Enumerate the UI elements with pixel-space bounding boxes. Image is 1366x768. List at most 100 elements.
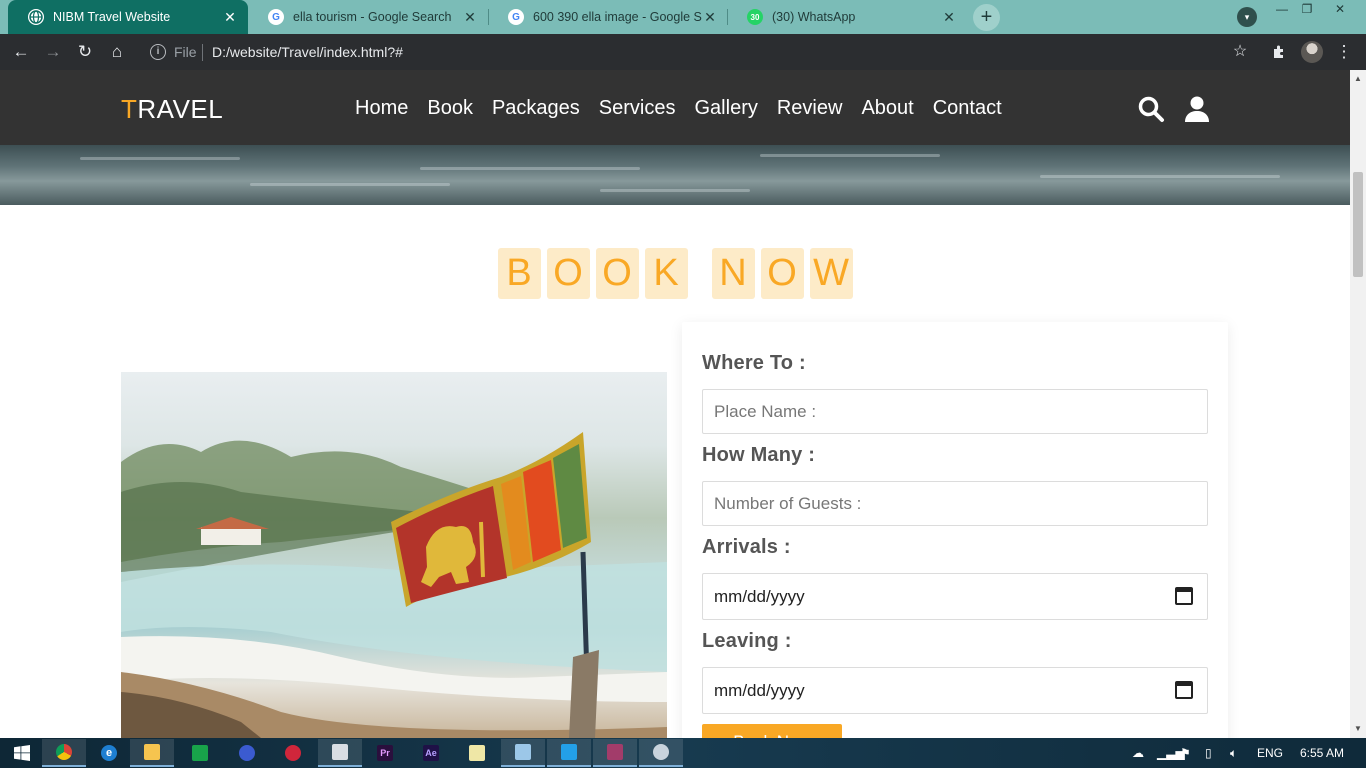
heading-letter: K	[644, 248, 688, 299]
calendar-icon[interactable]	[1175, 681, 1193, 699]
battery-icon[interactable]: ▯	[1205, 746, 1212, 760]
tab-ella-image[interactable]: G 600 390 ella image - Google Search ✕	[488, 0, 728, 34]
tab-title: 600 390 ella image - Google Search	[533, 10, 702, 24]
calendar-icon[interactable]	[1175, 587, 1193, 605]
tab-whatsapp[interactable]: 30 (30) WhatsApp ✕	[727, 0, 967, 34]
forward-icon[interactable]: →	[41, 40, 65, 64]
vscode-taskbar-icon[interactable]	[547, 739, 591, 767]
nav-contact[interactable]: Contact	[933, 97, 1002, 120]
leaving-date-input[interactable]: mm/dd/yyyy	[702, 667, 1208, 714]
restore-button[interactable]: ❐	[1295, 0, 1319, 20]
minimize-button[interactable]: —	[1270, 0, 1294, 20]
menu-kebab-icon[interactable]: ⋮	[1332, 40, 1356, 64]
tab-title: NIBM Travel Website	[53, 10, 171, 24]
leaving-date-value: mm/dd/yyyy	[714, 681, 805, 700]
arrivals-label: Arrivals :	[702, 536, 791, 558]
user-icon[interactable]	[1183, 95, 1211, 123]
premiere-taskbar-icon[interactable]: Pr	[363, 739, 407, 767]
scrollbar-thumb[interactable]	[1353, 172, 1363, 277]
tab-close-icon[interactable]: ✕	[941, 9, 957, 26]
tab-title: (30) WhatsApp	[772, 10, 856, 24]
extensions-icon[interactable]	[1267, 40, 1291, 64]
nav-services[interactable]: Services	[599, 97, 676, 120]
app-taskbar-icon[interactable]	[501, 739, 545, 767]
leaving-label: Leaving :	[702, 630, 792, 652]
heading-letter: N	[711, 248, 755, 299]
winrar-taskbar-icon[interactable]	[593, 739, 637, 767]
start-button[interactable]	[0, 739, 44, 767]
page-viewport: TRAVEL Home Book Packages Services Galle…	[0, 70, 1350, 738]
search-icon[interactable]	[1137, 95, 1165, 123]
tab-nibm-travel[interactable]: NIBM Travel Website ✕	[8, 0, 248, 34]
chrome-taskbar-icon[interactable]	[42, 739, 86, 767]
store-taskbar-icon[interactable]	[178, 739, 222, 767]
heading-letter: O	[595, 248, 639, 299]
browser-tabstrip: NIBM Travel Website ✕ G ella tourism - G…	[0, 0, 1366, 34]
nav-gallery[interactable]: Gallery	[695, 97, 758, 120]
app-taskbar-icon[interactable]	[318, 739, 362, 767]
heading-letter: O	[546, 248, 590, 299]
heading-letter: O	[760, 248, 804, 299]
logo-rest: RAVEL	[137, 94, 224, 124]
action-flag-icon[interactable]: ⚑	[1180, 746, 1191, 760]
clock[interactable]: 6:55 AM	[1300, 746, 1344, 760]
reload-icon[interactable]: ↻	[73, 40, 97, 64]
main-nav: Home Book Packages Services Gallery Revi…	[355, 97, 1021, 120]
omnibox-file-label: File	[174, 44, 197, 60]
home-icon[interactable]: ⌂	[105, 40, 129, 64]
profile-avatar[interactable]	[1301, 41, 1323, 63]
bookmark-star-icon[interactable]: ☆	[1228, 40, 1252, 64]
beach-flag-photo	[121, 372, 667, 738]
address-bar[interactable]: D:/website/Travel/index.html?#	[212, 44, 403, 60]
site-logo[interactable]: TRAVEL	[121, 94, 223, 125]
hero-water-image	[0, 145, 1350, 205]
app-taskbar-icon[interactable]	[639, 739, 683, 767]
tab-title: ella tourism - Google Search	[293, 10, 452, 24]
booking-form: Where To : Place Name : How Many : Numbe…	[682, 322, 1228, 738]
onedrive-icon[interactable]: ☁	[1132, 746, 1144, 760]
place-name-input[interactable]: Place Name :	[702, 389, 1208, 434]
volume-icon[interactable]: 🔈︎	[1230, 746, 1237, 761]
site-header: TRAVEL Home Book Packages Services Galle…	[0, 70, 1350, 145]
guests-input[interactable]: Number of Guests :	[702, 481, 1208, 526]
arrivals-date-input[interactable]: mm/dd/yyyy	[702, 573, 1208, 620]
language-indicator[interactable]: ENG	[1257, 746, 1283, 760]
notepad-taskbar-icon[interactable]	[455, 739, 499, 767]
file-explorer-taskbar-icon[interactable]	[130, 739, 174, 767]
close-window-button[interactable]: ✕	[1328, 0, 1352, 20]
logo-first-letter: T	[121, 94, 138, 124]
where-to-label: Where To :	[702, 352, 806, 374]
arrivals-date-value: mm/dd/yyyy	[714, 587, 805, 606]
google-icon: G	[508, 9, 524, 25]
nav-book[interactable]: Book	[427, 97, 473, 120]
nav-home[interactable]: Home	[355, 97, 408, 120]
back-icon[interactable]: ←	[9, 40, 33, 64]
tab-close-icon[interactable]: ✕	[222, 9, 238, 26]
how-many-label: How Many :	[702, 444, 816, 466]
tab-close-icon[interactable]: ✕	[462, 9, 478, 26]
heading-letter: B	[497, 248, 541, 299]
new-tab-button[interactable]: +	[973, 4, 1000, 31]
whatsapp-icon: 30	[747, 9, 763, 25]
tab-ella-tourism[interactable]: G ella tourism - Google Search ✕	[248, 0, 488, 34]
book-now-heading: B O O K N O W	[0, 248, 1350, 299]
google-icon: G	[268, 9, 284, 25]
tab-close-icon[interactable]: ✕	[702, 9, 718, 26]
book-now-button[interactable]: Book Now	[702, 724, 842, 738]
after-effects-taskbar-icon[interactable]: Ae	[409, 739, 453, 767]
site-info-icon[interactable]: i	[150, 44, 166, 60]
nav-packages[interactable]: Packages	[492, 97, 580, 120]
nav-review[interactable]: Review	[777, 97, 843, 120]
scroll-up-arrow-icon[interactable]: ▲	[1350, 72, 1366, 86]
windows-taskbar: e Pr Ae ☁ ▁▃▅ ⚑ ▯ 🔈︎ ENG 6:55 AM	[0, 738, 1366, 768]
nav-about[interactable]: About	[861, 97, 913, 120]
scroll-down-arrow-icon[interactable]: ▼	[1350, 722, 1366, 736]
edge-taskbar-icon[interactable]: e	[87, 739, 131, 767]
app-taskbar-icon[interactable]	[225, 739, 269, 767]
heading-letter: W	[809, 248, 853, 299]
globe-icon	[28, 9, 44, 25]
page-scrollbar[interactable]: ▲ ▼	[1350, 70, 1366, 738]
app-taskbar-icon[interactable]	[271, 739, 315, 767]
tab-search-icon[interactable]: ▾	[1237, 7, 1257, 27]
browser-toolbar: ← → ↻ ⌂ i File D:/website/Travel/index.h…	[0, 34, 1366, 70]
